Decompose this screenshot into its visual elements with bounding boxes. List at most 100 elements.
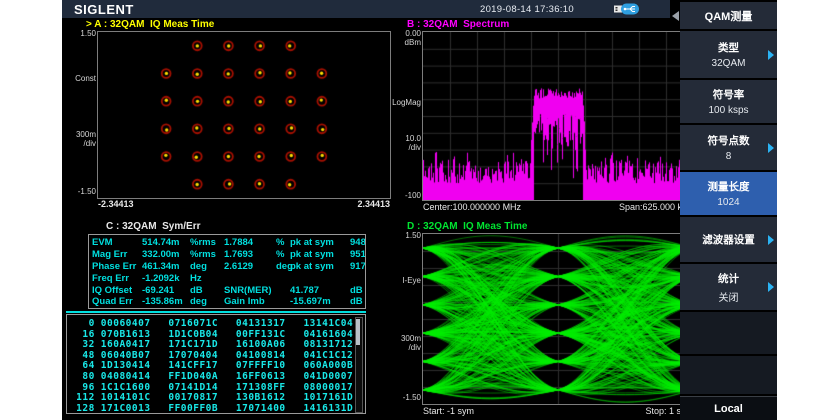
symbol-hex: 160A0417 (101, 339, 163, 350)
axis-label: -1.50 (387, 393, 421, 402)
meas-row: EVM514.74m%rms1.7884%pk at sym948 (92, 237, 365, 249)
meas-cell: 461.34m (142, 261, 190, 273)
constellation-plot (97, 31, 391, 199)
symbol-hex: 06040B07 (101, 350, 163, 361)
meas-cell (350, 273, 365, 285)
symbol-index: 16 (67, 329, 95, 340)
axis-label: -100 (387, 191, 421, 200)
meas-cell: -1.2092k (142, 273, 190, 285)
submenu-arrow-icon (768, 235, 774, 245)
symbol-table: 0000604070716071C0413131713141C0416070B1… (66, 314, 366, 414)
spectrum-plot (422, 31, 694, 201)
symbol-hex: FF00FF0B (168, 403, 230, 414)
symbol-index: 0 (67, 318, 95, 329)
menu-item-statistics[interactable]: 统计 关闭 (680, 264, 777, 310)
symbol-row: 32160A0417171C171D16100A0608131712 (67, 339, 365, 350)
symbol-row: 4806040B071707040404100814041C1C12 (67, 350, 365, 361)
local-button[interactable]: Local (680, 396, 777, 420)
symbol-hex: 171308FF (236, 382, 298, 393)
scrollbar-thumb[interactable] (356, 319, 360, 345)
symbol-hex: 16FF0613 (236, 371, 298, 382)
symbol-hex: 130B1612 (236, 392, 298, 403)
symbol-row: 961C1C160007141D14171308FF08000017 (67, 382, 365, 393)
symbol-row: 0000604070716071C0413131713141C04 (67, 318, 365, 329)
symbol-hex: 04100814 (236, 350, 298, 361)
meas-cell: pk at sym (290, 249, 350, 261)
symbol-hex: 1D130414 (101, 360, 163, 371)
meas-cell: %rms (190, 249, 224, 261)
axis-label: LogMag (387, 98, 421, 107)
symbol-index: 96 (67, 382, 95, 393)
scrollbar[interactable] (355, 317, 363, 413)
menu-item-type[interactable]: 类型 32QAM (680, 31, 777, 78)
symbol-index: 112 (67, 392, 95, 403)
datetime-label: 2019-08-14 17:36:10 (480, 4, 574, 15)
meas-cell: -135.86m (142, 296, 190, 308)
axis-label: 300m (387, 334, 421, 343)
symbol-hex: 04080414 (101, 371, 163, 382)
symbol-hex: 17071400 (236, 403, 298, 414)
symbol-hex: 070B1613 (101, 329, 163, 340)
meas-cell: 951 (350, 249, 366, 261)
meas-cell (224, 273, 276, 285)
axis-label: /div (62, 139, 96, 148)
menu-item-symbol-rate[interactable]: 符号率 100 ksps (680, 80, 777, 123)
meas-cell: Freq Err (92, 273, 142, 285)
meas-cell: Phase Err (92, 261, 142, 273)
center-freq-label: Center:100.000000 MHz (423, 202, 521, 212)
symbol-row: 8004080414FF1D040A16FF0613041D0007 (67, 371, 365, 382)
symbol-index: 64 (67, 360, 95, 371)
symbol-index: 128 (67, 403, 95, 414)
axis-label: /div (387, 143, 421, 152)
usb-icon (614, 3, 640, 15)
symbol-hex: 00170817 (168, 392, 230, 403)
panel-a-title: > A : 32QAM IQ Meas Time (86, 19, 214, 30)
axis-label: 300m (62, 130, 96, 139)
symbol-hex: 00060407 (101, 318, 163, 329)
menu-item-meas-length[interactable]: 测量长度 1024 (680, 172, 777, 215)
meas-cell: Quad Err (92, 296, 142, 308)
eye-diagram-canvas (423, 234, 693, 404)
panel-d-title: D : 32QAM IQ Meas Time (407, 221, 527, 232)
menu-title: QAM测量 (680, 2, 777, 29)
meas-cell: IQ Offset (92, 285, 142, 297)
instrument-screen: SIGLENT 2019-08-14 17:36:10 > A : 32QAM … (62, 0, 777, 420)
brand-logo: SIGLENT (74, 2, 134, 17)
symbol-index: 32 (67, 339, 95, 350)
panel-b-title: B : 32QAM Spectrum (407, 19, 509, 30)
meas-row: Mag Err332.00m%rms1.7693%pk at sym951 (92, 249, 365, 261)
meas-cell: 1.7693 (224, 249, 276, 261)
menu-item-points-per-symbol[interactable]: 符号点数 8 (680, 125, 777, 170)
meas-cell: 2.6129 (224, 261, 276, 273)
measurement-table: EVM514.74m%rms1.7884%pk at sym948Mag Err… (88, 234, 366, 309)
symbol-row: 128171C0013FF00FF0B170714001416131D (67, 403, 365, 414)
chevron-left-icon[interactable] (672, 11, 679, 21)
meas-cell: dB (350, 296, 366, 308)
meas-cell (276, 285, 290, 297)
meas-cell: pk at sym (290, 237, 350, 249)
symbol-row: 1121014101C00170817130B16121017161D (67, 392, 365, 403)
meas-cell: pk at sym (290, 261, 350, 273)
meas-cell: 41.787 (290, 285, 350, 297)
meas-cell: EVM (92, 237, 142, 249)
meas-cell: % (276, 237, 290, 249)
meas-cell (276, 296, 290, 308)
menu-item-filter-settings[interactable]: 滤波器设置 (680, 217, 777, 262)
symbol-hex: 00FF131C (236, 329, 298, 340)
meas-cell: deg (276, 261, 290, 273)
axis-label: /div (387, 343, 421, 352)
spectrum-canvas (423, 32, 693, 200)
submenu-arrow-icon (768, 282, 774, 292)
symbol-hex: 04131317 (236, 318, 298, 329)
meas-cell: deg (190, 261, 224, 273)
symbol-hex: 07141D14 (168, 382, 230, 393)
meas-cell: deg (190, 296, 224, 308)
meas-cell: 514.74m (142, 237, 190, 249)
symbol-hex: 171C0013 (101, 403, 163, 414)
meas-row: Phase Err461.34mdeg2.6129degpk at sym917 (92, 261, 365, 273)
symbol-hex: 07FFFF10 (236, 360, 298, 371)
meas-cell: 917 (350, 261, 366, 273)
meas-cell (290, 273, 350, 285)
symbol-hex: 16100A06 (236, 339, 298, 350)
symbol-hex: 1014101C (101, 392, 163, 403)
